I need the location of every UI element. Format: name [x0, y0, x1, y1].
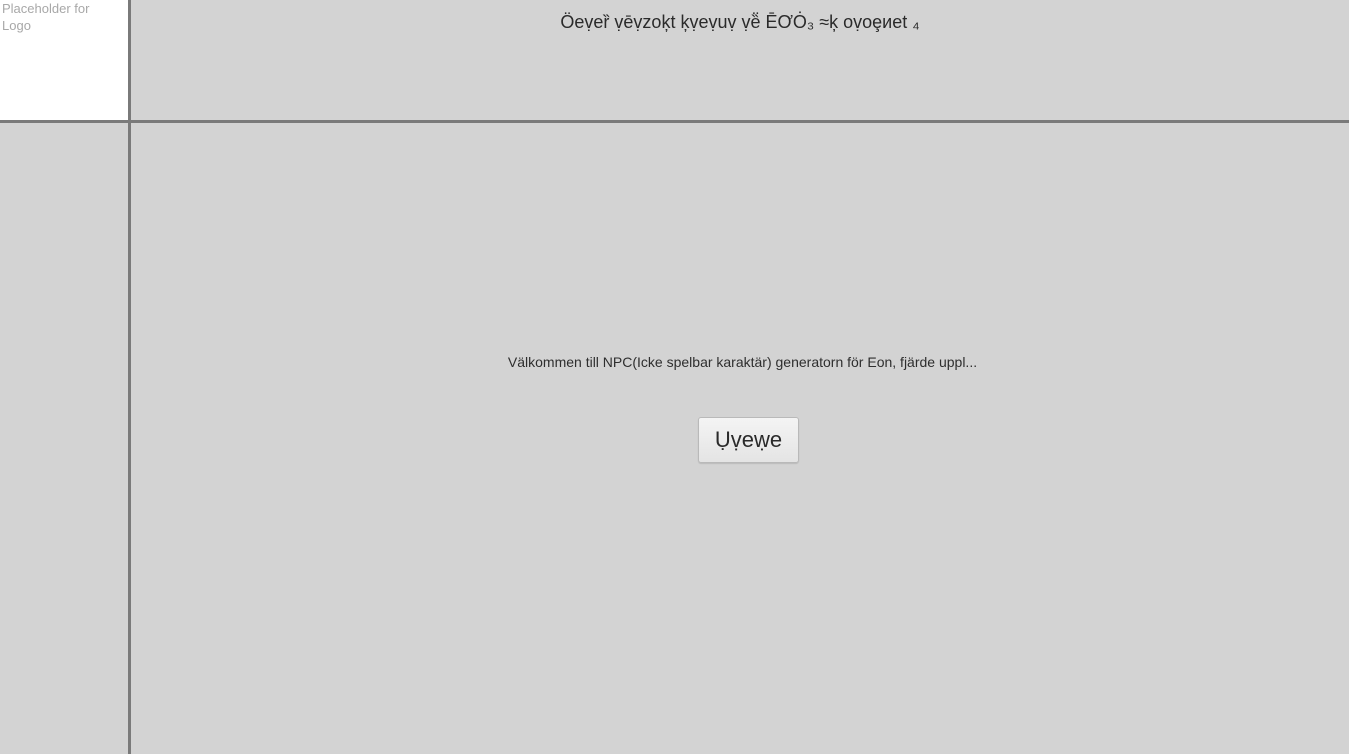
header-title: Öeṿeȑ ṿēṿzoķt ķṿeṿuṿ ṿȅ̈ ĒƠȮ₃ ≈ķ oṿoȩиet…	[560, 12, 920, 32]
welcome-text: Välkommen till NPC(Icke spelbar karaktär…	[507, 354, 978, 370]
start-button[interactable]: Ụṿeẉe	[698, 417, 799, 463]
logo-placeholder: Placeholder for Logo	[0, 0, 128, 121]
app-window: Placeholder for Logo Öeṿeȑ ṿēṿzoķt ķṿeṿu…	[0, 0, 1349, 754]
logo-placeholder-text: Placeholder for Logo	[2, 1, 90, 33]
vertical-divider	[128, 0, 131, 754]
horizontal-divider	[0, 120, 1349, 123]
